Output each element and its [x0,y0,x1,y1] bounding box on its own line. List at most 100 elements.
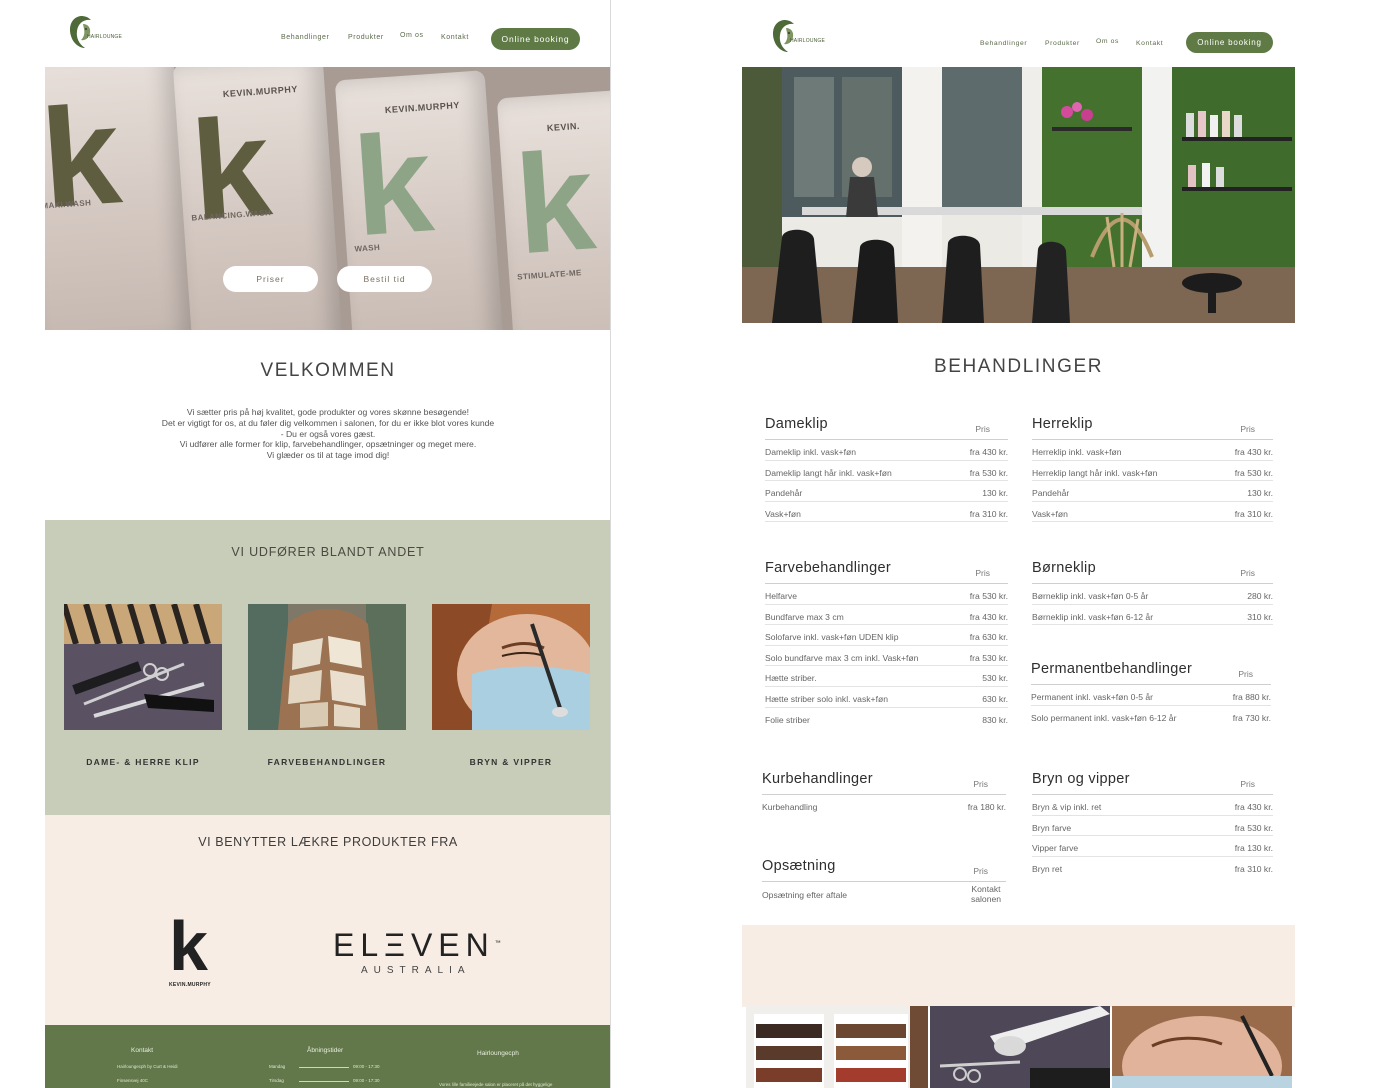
intro-line: Vi sætter pris på høj kvalitet, gode pro… [186,407,470,417]
price-table-opsaetning: Opsætning Pris Opsætning efter aftale Kont… [762,858,1006,908]
service-label[interactable]: FARVEBEHANDLINGER [242,757,412,767]
footer-time: 09:00 - 17:30 [353,1064,380,1069]
salon-interior-photo [742,67,1295,323]
price-row: Kurbehandling fra 180 kr. [762,802,1006,812]
category-title: Opsætning [762,858,836,874]
hero-bottle: k MAXI.WASH [45,67,194,330]
price-row: Bryn farve fra 530 kr. [1032,816,1273,837]
category-title: Dameklip [765,416,828,432]
pris-label: Pris [973,779,988,789]
price-row: Pandehår 130 kr. [1032,481,1273,502]
intro-line: - Du er også vores gæst. [280,428,376,439]
nav-behandlinger[interactable]: Behandlinger [980,40,1027,47]
treatments-title: BEHANDLINGER [933,356,1104,377]
hero-banner: k MAXI.WASH k KEVIN.MURPHY BALANCING.WAS… [45,67,611,330]
logo-face-icon [70,16,91,48]
price-row: Dameklip langt hår inkl. vask+føn fra 530… [765,461,1008,482]
online-booking-button[interactable]: Online booking [1186,32,1273,53]
nav-om-os[interactable]: Om os [1096,38,1119,45]
intro-line: Det er vigtigt for os, at du føler dig v… [161,417,495,428]
eleven-australia-logo[interactable]: ELΞVEN™ [333,927,501,964]
price-row: Vask+føn fra 310 kr. [765,502,1008,523]
pris-label: Pris [973,866,988,876]
price-table-permanent: Permanentbehandlinger Pris Permanent inkl… [1031,661,1271,726]
footer-hours-heading: Åbningstider [307,1047,344,1054]
nav-produkter[interactable]: Produkter [348,34,384,41]
nav-kontakt[interactable]: Kontakt [1136,40,1163,47]
price-row: Hætte striber solo inkl. vask+føn 630 kr. [765,687,1008,708]
treatments-page-screenshot: HAIRLOUNGE Behandlinger Produkter Om os … [742,0,1295,1088]
service-image-bryn[interactable] [432,604,590,730]
price-row: Helfarve fra 530 kr. [765,584,1008,605]
nav-behandlinger[interactable]: Behandlinger [281,34,329,41]
price-row: Solo bundfarve max 3 cm inkl. Vask+føn fr… [765,646,1008,667]
trimmer-scissors-photo [930,1006,1110,1088]
footer-about-text: Vores lille familieejede salon er placer… [439,1082,553,1087]
services-title: VI UDFØRER BLANDT ANDET [231,545,425,559]
intro-text: Vi sætter pris på høj kvalitet, gode pro… [85,407,571,461]
price-table-dameklip: Dameklip Pris Dameklip inkl. vask+føn fra … [765,416,1008,523]
price-row: Børneklip inkl. vask+føn 0-5 år 280 kr. [1032,584,1273,605]
price-row: Dameklip inkl. vask+føn fra 430 kr. [765,440,1008,461]
site-logo[interactable]: HAIRLOUNGE [67,14,123,56]
brands-section: VI BENYTTER LÆKRE PRODUKTER FRA k KEVIN.… [45,815,611,1025]
logo-face-icon [773,20,794,52]
footer-divider [299,1081,349,1082]
category-title: Farvebehandlinger [765,560,892,576]
pris-label: Pris [975,424,990,434]
pris-label: Pris [1238,669,1253,679]
kevin-murphy-logo-text: KEVIN.MURPHY [169,982,211,988]
service-image-farve[interactable] [248,604,406,730]
price-row: Solofarve inkl. vask+føn UDEN klip fra 63… [765,625,1008,646]
price-row: Bryn ret fra 310 kr. [1032,863,1273,874]
price-table-borneklip: Børneklip Pris Børneklip inkl. vask+føn 0… [1032,560,1273,626]
header: HAIRLOUNGE Behandlinger Produkter Om os … [45,0,611,67]
footer-day: Mandag [269,1064,286,1069]
price-table-kurbehandlinger: Kurbehandlinger Pris Kurbehandling fra 180… [762,771,1006,816]
footer-kontakt-heading: Kontakt [131,1047,154,1054]
price-row: Herreklip inkl. vask+føn fra 430 kr. [1032,440,1273,461]
price-row: Herreklip langt hår inkl. vask+føn fra 53… [1032,461,1273,482]
header: HAIRLOUNGE Behandlinger Produkter Om os … [742,0,1295,67]
price-row: Vipper farve fra 130 kr. [1032,836,1273,857]
welcome-title: VELKOMMEN [260,360,396,381]
service-label[interactable]: DAME- & HERRE KLIP [58,757,228,767]
site-logo[interactable]: HAIRLOUNGE [770,18,826,60]
pris-label: Pris [1240,424,1255,434]
nav-om-os[interactable]: Om os [400,32,424,39]
price-row: Vask+føn fra 310 kr. [1032,502,1273,523]
nav-kontakt[interactable]: Kontakt [441,34,469,41]
service-image-klip[interactable] [64,604,222,730]
logo-text: HAIRLOUNGE [790,38,826,44]
eleven-australia-subtext: AUSTRALIA [361,965,471,976]
footer-kontakt-line: Finsensvej 40C [117,1078,149,1083]
footer-divider [299,1067,349,1068]
brands-title: VI BENYTTER LÆKRE PRODUKTER FRA [198,835,458,849]
category-title: Herreklip [1032,416,1093,432]
price-table-farvebehandlinger: Farvebehandlinger Pris Helfarve fra 530 kr… [765,560,1008,728]
footer-about-heading: Hairloungecph [477,1050,519,1057]
divider [610,0,611,1088]
online-booking-button[interactable]: Online booking [491,28,580,50]
price-row: Bundfarve max 3 cm fra 430 kr. [765,605,1008,626]
price-table-bryn-og-vipper: Bryn og vipper Pris Bryn & vip inkl. ret f… [1032,771,1273,877]
service-label[interactable]: BRYN & VIPPER [426,757,596,767]
price-row: Hætte striber. 530 kr. [765,666,1008,687]
priser-button[interactable]: Priser [223,266,318,292]
bestil-tid-button[interactable]: Bestil tid [337,266,432,292]
hair-color-swatches-photo [746,1006,928,1088]
price-table-herreklip: Herreklip Pris Herreklip inkl. vask+føn fr… [1032,416,1273,523]
logo-text: HAIRLOUNGE [87,34,123,40]
category-title: Kurbehandlinger [762,771,873,787]
price-row: Solo permanent inkl. vask+føn 6-12 år fra… [1031,712,1271,723]
kevin-murphy-logo[interactable]: k [169,911,208,981]
footer-kontakt-line: Hairloungecph by Curt & Heidi [117,1064,178,1069]
hero-bottle: k KEVIN. STIMULATE-ME [496,88,611,330]
intro-line: Vi glæder os til at tage imod dig! [266,450,390,461]
price-row: Permanent inkl. vask+føn 0-5 år fra 880 k… [1031,685,1271,706]
nav-produkter[interactable]: Produkter [1045,40,1080,47]
intro-line: Vi udfører alle former for klip, farvebe… [179,439,477,450]
pris-label: Pris [1240,568,1255,578]
homepage-screenshot: HAIRLOUNGE Behandlinger Produkter Om os … [45,0,611,1088]
price-row: Bryn & vip inkl. ret fra 430 kr. [1032,795,1273,816]
